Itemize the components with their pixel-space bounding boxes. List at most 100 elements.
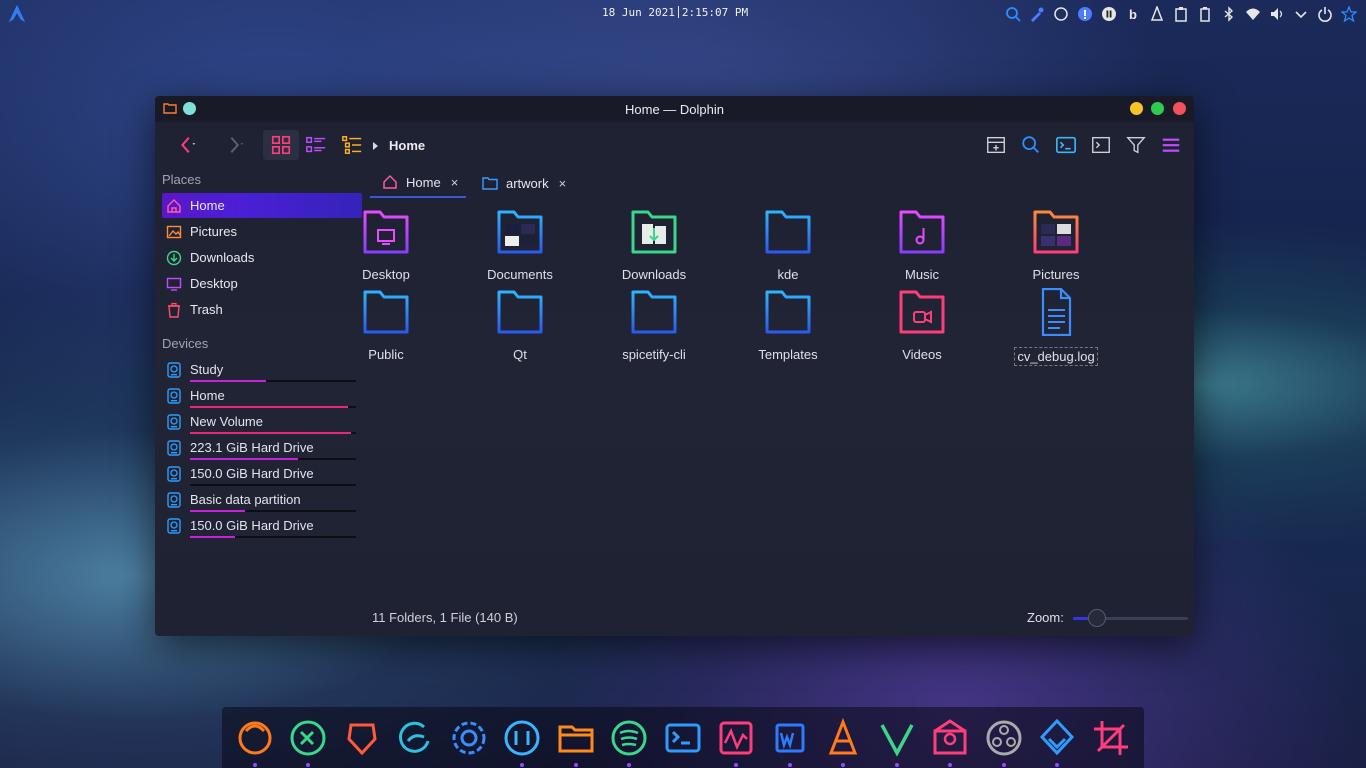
icons-view-button[interactable] — [263, 130, 299, 160]
filter-button[interactable] — [1123, 130, 1149, 160]
tab-close-icon[interactable]: × — [559, 176, 567, 191]
folder-item[interactable]: Downloads — [604, 208, 704, 282]
device-item[interactable]: 150.0 GiB Hard Drive — [162, 462, 362, 487]
device-usage-bar — [190, 380, 356, 382]
vlc-tray-icon[interactable] — [1148, 5, 1166, 23]
forward-button[interactable] — [217, 130, 253, 160]
dock-app-system-monitor[interactable] — [713, 715, 759, 767]
terminal-button[interactable] — [1053, 130, 1079, 160]
home-icon — [383, 174, 397, 189]
folder-icon — [631, 290, 677, 334]
minimize-button[interactable] — [1130, 102, 1143, 115]
close-button[interactable] — [1173, 102, 1186, 115]
device-item[interactable]: Study — [162, 358, 362, 383]
desktop-icon — [166, 277, 182, 291]
dock-app-brave[interactable] — [339, 715, 385, 761]
dock-app-crop[interactable] — [1088, 715, 1134, 761]
place-downloads[interactable]: Downloads — [162, 245, 362, 270]
search-button[interactable] — [1018, 130, 1044, 160]
folder-item[interactable]: Documents — [470, 208, 570, 282]
breadcrumb[interactable]: Home — [389, 138, 425, 153]
device-label: 150.0 GiB Hard Drive — [190, 518, 314, 533]
color-picker-icon[interactable] — [1028, 5, 1046, 23]
hard-drive-icon — [167, 414, 181, 430]
compact-view-button[interactable] — [299, 130, 333, 160]
dock-app-obs[interactable] — [981, 715, 1027, 767]
running-indicator — [1001, 762, 1006, 767]
folder-item[interactable]: Qt — [470, 288, 570, 362]
volume-icon[interactable] — [1268, 5, 1286, 23]
b-icon[interactable]: b — [1124, 5, 1142, 23]
dock-app-terminal[interactable] — [660, 715, 706, 761]
split-view-button[interactable] — [983, 130, 1009, 160]
dock-app-vivaldi[interactable] — [874, 715, 920, 767]
folder-item[interactable]: Templates — [738, 288, 838, 362]
settings-icon — [452, 721, 486, 754]
bluetooth-icon[interactable] — [1220, 5, 1238, 23]
folder-item[interactable]: Videos — [872, 288, 972, 362]
device-item[interactable]: 150.0 GiB Hard Drive — [162, 514, 362, 539]
device-item[interactable]: New Volume — [162, 410, 362, 435]
wifi-icon[interactable] — [1244, 5, 1262, 23]
circle-icon[interactable] — [1052, 5, 1070, 23]
folder-item[interactable]: Music — [872, 208, 972, 282]
search-icon[interactable] — [1004, 5, 1022, 23]
dock-app-word[interactable] — [767, 715, 813, 767]
dock-app-inkscape[interactable] — [1034, 715, 1080, 767]
hamburger-menu-icon — [1162, 138, 1180, 152]
place-pictures[interactable]: Pictures — [162, 219, 362, 244]
vlc-icon — [829, 717, 858, 754]
details-view-button[interactable] — [335, 130, 369, 160]
firefox-icon — [238, 721, 272, 754]
device-item[interactable]: 223.1 GiB Hard Drive — [162, 436, 362, 461]
menu-button[interactable] — [1158, 130, 1184, 160]
dock-app-firefox[interactable] — [232, 715, 278, 767]
clipboard-icon[interactable] — [1172, 5, 1190, 23]
tab-home[interactable]: Home × — [370, 168, 466, 198]
pause-icon[interactable] — [1100, 5, 1118, 23]
device-usage-bar — [190, 510, 356, 512]
running-indicator — [787, 762, 792, 767]
dock-app-qbittorrent[interactable] — [499, 715, 545, 767]
word-icon — [775, 723, 805, 752]
place-home[interactable]: Home — [162, 193, 362, 218]
dock-app-vscode[interactable] — [285, 715, 331, 767]
info-icon[interactable] — [1076, 5, 1094, 23]
place-trash[interactable]: Trash — [162, 297, 362, 322]
battery-icon[interactable] — [1196, 5, 1214, 23]
tab-artwork[interactable]: artwork × — [470, 168, 580, 198]
dock-app-files[interactable] — [553, 715, 599, 767]
file-item[interactable]: cv_debug.log — [1006, 287, 1106, 366]
place-desktop[interactable]: Desktop — [162, 271, 362, 296]
folder-item[interactable]: Public — [336, 288, 436, 362]
arch-linux-icon[interactable] — [6, 3, 28, 25]
maximize-button[interactable] — [1151, 102, 1164, 115]
folder-videos-icon — [899, 290, 945, 334]
running-indicator — [573, 762, 578, 767]
dock-app-mail[interactable] — [927, 715, 973, 767]
zoom-slider-handle[interactable] — [1088, 609, 1107, 627]
power-icon[interactable] — [1316, 5, 1334, 23]
konsole-button[interactable] — [1088, 130, 1114, 160]
back-button[interactable] — [169, 130, 205, 160]
dock-app-vlc[interactable] — [820, 715, 866, 767]
running-indicator — [520, 762, 525, 767]
dock-app-edge[interactable] — [392, 715, 438, 761]
device-item[interactable]: Basic data partition — [162, 488, 362, 513]
chevron-down-icon[interactable] — [1292, 5, 1310, 23]
folder-item[interactable]: spicetify-cli — [604, 288, 704, 362]
search-icon — [1022, 136, 1039, 153]
item-name: Videos — [902, 347, 942, 362]
folder-item[interactable]: kde — [738, 208, 838, 282]
tab-close-icon[interactable]: × — [451, 175, 459, 190]
tab-label: Home — [406, 174, 441, 190]
dock-app-spotify[interactable] — [606, 715, 652, 767]
folder-item[interactable]: Desktop — [336, 208, 436, 282]
dock-app-settings[interactable] — [446, 715, 492, 761]
folder-item[interactable]: Pictures — [1006, 208, 1106, 282]
device-item[interactable]: Home — [162, 384, 362, 409]
breadcrumb-arrow-icon[interactable] — [373, 142, 378, 150]
title-bar[interactable]: Home — Dolphin — [155, 96, 1194, 122]
star-icon[interactable] — [1340, 5, 1358, 23]
clock[interactable]: 18 Jun 2021 2:15:07 PM — [602, 6, 748, 19]
